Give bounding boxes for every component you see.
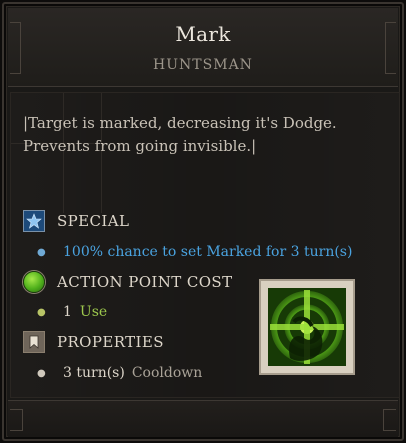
properties-section-header: PROPERTIES <box>23 330 164 354</box>
star-icon <box>23 210 45 232</box>
special-label: SPECIAL <box>57 212 130 230</box>
green-orb-icon <box>23 271 45 293</box>
bullet-icon: ● <box>37 306 46 318</box>
skill-tooltip: Mark HUNTSMAN |Target is marked, decreas… <box>2 2 404 441</box>
bullet-icon: ● <box>37 367 46 379</box>
cooldown-label: Cooldown <box>131 365 203 381</box>
ap-cost-item: ● 1 Use <box>37 301 107 323</box>
bullet-icon: ● <box>37 246 46 258</box>
tooltip-header: Mark HUNTSMAN <box>8 8 398 87</box>
ap-cost-label: ACTION POINT COST <box>57 273 233 291</box>
bookmark-icon <box>23 331 45 353</box>
properties-label: PROPERTIES <box>57 333 164 351</box>
skill-school: HUNTSMAN <box>153 57 253 73</box>
special-section-header: SPECIAL <box>23 209 129 233</box>
properties-item: ● 3 turn(s) Cooldown <box>37 362 202 384</box>
ap-cost-section-header: ACTION POINT COST <box>23 270 233 294</box>
skill-title: Mark <box>175 22 231 46</box>
special-effect-text: 100% chance to set Marked for 3 turn(s) <box>63 244 353 260</box>
special-effect-item: ● 100% chance to set Marked for 3 turn(s… <box>37 241 352 263</box>
ap-cost-value: 1 <box>63 304 72 320</box>
tooltip-body: |Target is marked, decreasing it's Dodge… <box>10 92 400 398</box>
cooldown-value: 3 turn(s) <box>63 365 125 381</box>
target-mark-icon <box>259 279 355 375</box>
skill-description: |Target is marked, decreasing it's Dodge… <box>23 114 337 155</box>
tooltip-footer <box>8 400 398 437</box>
ap-cost-unit: Use <box>79 304 108 320</box>
